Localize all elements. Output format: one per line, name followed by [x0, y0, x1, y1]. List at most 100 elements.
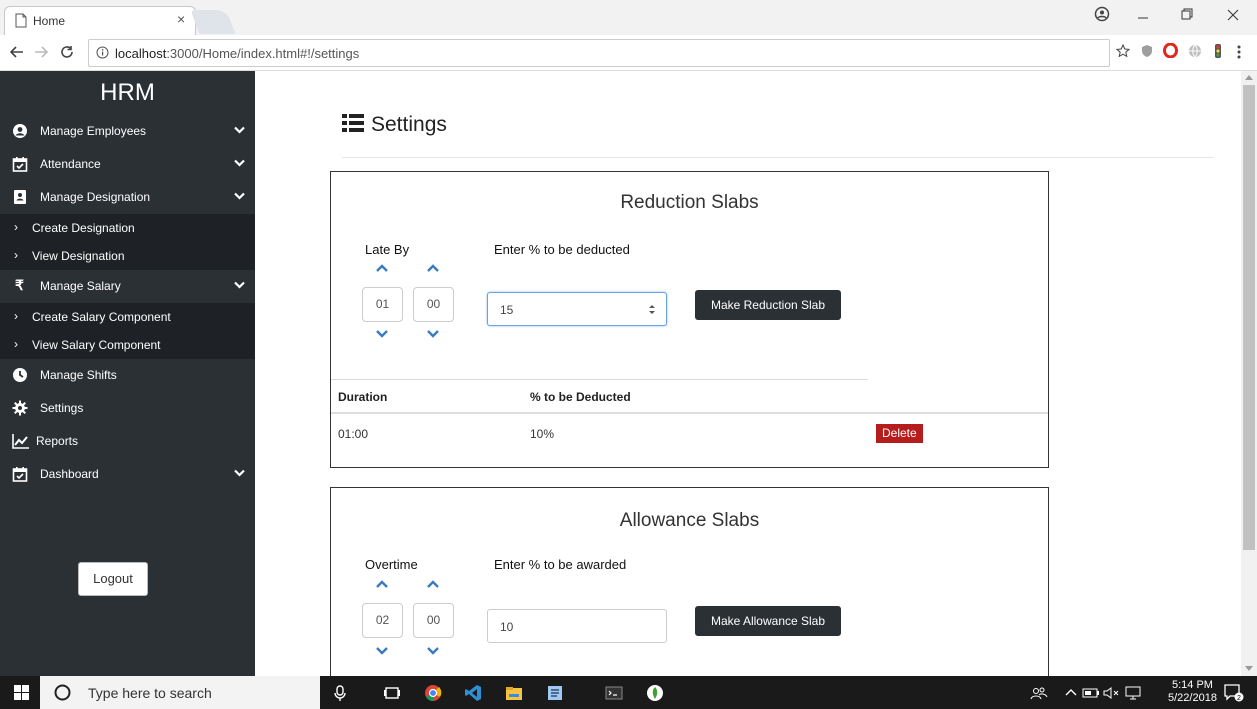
url-host: localhost — [115, 46, 167, 61]
overtime-label: Overtime — [365, 557, 418, 572]
network-icon[interactable] — [1124, 684, 1142, 702]
table-divider — [331, 379, 868, 380]
windows-start-icon[interactable] — [14, 685, 29, 700]
deduct-percent-label: Enter % to be deducted — [494, 242, 630, 257]
sidebar-subitem-view-designation[interactable]: › View Designation — [0, 242, 255, 270]
logout-button[interactable]: Logout — [78, 562, 148, 596]
minimize-icon[interactable] — [1136, 6, 1150, 22]
shield-extension-icon[interactable] — [1140, 44, 1154, 58]
award-percent-input[interactable]: 10 — [487, 609, 667, 643]
sidebar-item-label: Attendance — [40, 157, 101, 171]
list-icon — [342, 113, 364, 133]
opera-extension-icon[interactable] — [1163, 43, 1178, 58]
make-allowance-slab-button[interactable]: Make Allowance Slab — [695, 606, 841, 636]
overtime-hours-up-icon[interactable] — [376, 580, 388, 589]
overtime-minutes-down-icon[interactable] — [427, 646, 439, 655]
chevron-right-icon: › — [14, 248, 18, 262]
info-icon[interactable] — [96, 46, 109, 59]
delete-button[interactable]: Delete — [876, 424, 923, 443]
allowance-slabs-heading: Allowance Slabs — [619, 510, 760, 531]
reduction-slabs-heading: Reduction Slabs — [620, 192, 759, 213]
taskbar-search[interactable]: Type here to search — [40, 676, 320, 709]
cortana-circle-icon — [54, 684, 71, 701]
notepad-icon[interactable] — [546, 684, 564, 702]
overtime-minutes-up-icon[interactable] — [427, 580, 439, 589]
scrollbar-thumb[interactable] — [1243, 85, 1255, 550]
sidebar-item-label: Reports — [36, 434, 79, 448]
overtime-hours-down-icon[interactable] — [376, 646, 388, 655]
battery-icon[interactable] — [1082, 684, 1100, 702]
sidebar-item-manage-employees[interactable]: Manage Employees — [0, 115, 255, 148]
sidebar-subitem-create-designation[interactable]: › Create Designation — [0, 214, 255, 242]
hours-down-icon[interactable] — [376, 329, 388, 338]
tab-title: Home — [33, 14, 66, 28]
clock-icon — [12, 367, 28, 383]
chevron-up-icon[interactable] — [1062, 684, 1080, 702]
close-window-icon[interactable] — [1226, 6, 1240, 22]
restore-icon[interactable] — [1180, 6, 1194, 22]
forward-icon[interactable] — [34, 45, 48, 59]
reload-icon[interactable] — [60, 45, 74, 59]
make-reduction-slab-button[interactable]: Make Reduction Slab — [695, 290, 841, 320]
award-percent-label: Enter % to be awarded — [494, 557, 627, 572]
url-field[interactable]: localhost:3000/Home/index.html#!/setting… — [88, 39, 1110, 67]
late-by-label: Late By — [365, 242, 410, 257]
minutes-down-icon[interactable] — [427, 329, 439, 338]
hours-up-icon[interactable] — [376, 264, 388, 273]
browser-tab[interactable]: Home × — [4, 6, 196, 36]
sidebar-item-manage-salary[interactable]: ₹ Manage Salary — [0, 270, 255, 303]
traffic-light-extension-icon[interactable] — [1212, 43, 1224, 59]
user-circle-icon — [12, 123, 28, 139]
menu-kebab-icon[interactable] — [1236, 44, 1242, 60]
minutes-field[interactable]: 00 — [413, 287, 454, 322]
hours-field[interactable]: 01 — [362, 287, 403, 322]
calendar-check-icon — [12, 156, 28, 172]
sidebar-item-label: Create Designation — [32, 221, 135, 235]
overtime-minutes-field[interactable]: 00 — [413, 603, 454, 638]
people-icon[interactable] — [1030, 684, 1048, 702]
sidebar-item-manage-shifts[interactable]: Manage Shifts — [0, 359, 255, 392]
deduct-percent-value: 15 — [500, 303, 514, 317]
calendar-check-icon — [12, 466, 28, 482]
sidebar-item-attendance[interactable]: Attendance — [0, 148, 255, 181]
line-chart-icon — [12, 433, 30, 449]
number-spinner-icon[interactable] — [648, 304, 656, 315]
chevron-right-icon: › — [14, 337, 18, 351]
sidebar-item-label: Dashboard — [40, 467, 99, 481]
task-view-icon[interactable] — [383, 684, 401, 702]
chevron-down-icon — [234, 192, 245, 200]
chrome-icon[interactable] — [424, 684, 442, 702]
file-explorer-icon[interactable] — [505, 684, 523, 702]
sidebar-subitem-view-salary-component[interactable]: › View Salary Component — [0, 331, 255, 359]
sidebar-item-label: View Salary Component — [32, 338, 161, 352]
minutes-up-icon[interactable] — [427, 264, 439, 273]
back-icon[interactable] — [10, 45, 24, 59]
scroll-up-icon[interactable] — [1245, 74, 1253, 80]
taskbar-search-placeholder: Type here to search — [88, 685, 212, 701]
overtime-hours-field[interactable]: 02 — [362, 603, 403, 638]
terminal-icon[interactable] — [605, 684, 623, 702]
tab-close-icon[interactable]: × — [177, 11, 185, 27]
chevron-down-icon — [234, 126, 245, 134]
globe-extension-icon[interactable] — [1188, 44, 1202, 58]
taskbar-clock[interactable]: 5:14 PM 5/22/2018 — [1168, 679, 1217, 705]
new-tab-button[interactable] — [190, 10, 236, 34]
volume-muted-icon[interactable] — [1102, 684, 1120, 702]
vscode-icon[interactable] — [464, 684, 482, 702]
sidebar-item-label: Manage Salary — [40, 279, 121, 293]
mongodb-leaf-icon[interactable] — [646, 684, 664, 702]
sidebar-item-settings[interactable]: Settings — [0, 392, 255, 425]
deduct-percent-input[interactable]: 15 — [487, 292, 667, 326]
sidebar-item-manage-designation[interactable]: Manage Designation — [0, 181, 255, 214]
sidebar-item-dashboard[interactable]: Dashboard — [0, 458, 255, 491]
profile-icon[interactable] — [1094, 6, 1110, 22]
sidebar-item-reports[interactable]: Reports — [0, 425, 255, 458]
notifications-icon[interactable]: 2 — [1224, 684, 1244, 702]
bookmark-star-icon[interactable] — [1116, 44, 1130, 58]
scroll-down-icon[interactable] — [1245, 666, 1253, 672]
sidebar-subitem-create-salary-component[interactable]: › Create Salary Component — [0, 303, 255, 331]
page-icon — [15, 13, 27, 28]
row-duration: 01:00 — [338, 427, 369, 441]
column-header-duration: Duration — [338, 390, 388, 404]
microphone-icon[interactable] — [331, 684, 349, 702]
